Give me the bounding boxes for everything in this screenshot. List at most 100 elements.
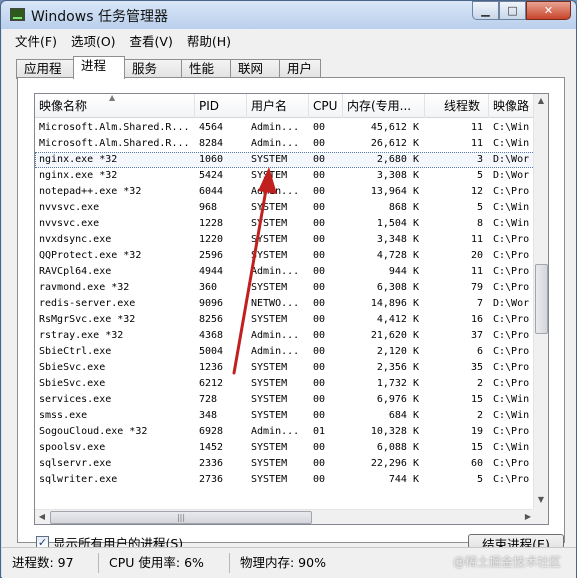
cell-memory: 868 K bbox=[388, 202, 419, 213]
cell-pid: 1236 bbox=[199, 362, 224, 373]
window-controls: ▁ □ ✕ bbox=[472, 1, 571, 20]
cell-pid: 5004 bbox=[199, 346, 224, 357]
cell-memory: 3,348 K bbox=[376, 234, 419, 245]
table-row[interactable]: RsMgrSvc.exe *32 8256 SYSTEM 00 4,412 K 16 C:\… bbox=[35, 312, 535, 328]
tab-performance[interactable]: 性能 bbox=[181, 59, 231, 79]
cell-pid: 8284 bbox=[199, 138, 224, 149]
horizontal-scrollbar[interactable]: ◀ ||| ▶ bbox=[35, 509, 535, 524]
table-row[interactable]: ravmond.exe *32 360 SYSTEM 00 6,308 K 79 C:\Pr… bbox=[35, 280, 535, 296]
table-row[interactable]: spoolsv.exe 1452 SYSTEM 00 6,088 K 15 C:\Win bbox=[35, 440, 535, 456]
cell-memory: 6,308 K bbox=[376, 282, 419, 293]
table-row[interactable]: SbieCtrl.exe 5004 Admin... 00 2,120 K 6 C:\Pro bbox=[35, 344, 535, 360]
vertical-scroll-thumb[interactable] bbox=[535, 264, 548, 334]
table-row[interactable]: rstray.exe *32 4368 Admin... 00 21,620 K 37 C:… bbox=[35, 328, 535, 344]
minimize-button[interactable]: ▁ bbox=[472, 1, 499, 20]
column-pid[interactable]: PID bbox=[195, 94, 247, 118]
table-row[interactable]: smss.exe 348 SYSTEM 00 684 K 2 C:\Win bbox=[35, 408, 535, 424]
cell-image-name: services.exe bbox=[39, 394, 112, 405]
cell-cpu: 00 bbox=[313, 234, 326, 245]
table-row[interactable]: nvvsvc.exe 968 SYSTEM 00 868 K 5 C:\Win bbox=[35, 200, 535, 216]
scroll-up-icon[interactable]: ▲ bbox=[534, 94, 548, 108]
table-row[interactable]: QQProtect.exe *32 2596 SYSTEM 00 4,728 K 20 C:… bbox=[35, 248, 535, 264]
maximize-button[interactable]: □ bbox=[499, 1, 526, 20]
processes-panel: ▲ 映像名称 PID 用户名 CPU 内存(专用... 线程数 映像路 Micro… bbox=[17, 77, 565, 556]
table-row[interactable]: SogouCloud.exe *32 6928 Admin... 01 10,328 K… bbox=[35, 424, 535, 440]
menu-options[interactable]: 选项(O) bbox=[64, 31, 123, 50]
table-row[interactable]: nvxdsync.exe 1220 SYSTEM 00 3,348 K 11 C:\Pro bbox=[35, 232, 535, 248]
cell-threads: 6 bbox=[476, 346, 483, 357]
column-threads[interactable]: 线程数 bbox=[425, 94, 489, 118]
cell-threads: 12 bbox=[470, 186, 483, 197]
scroll-corner bbox=[533, 509, 548, 524]
cell-image-name: sqlservr.exe bbox=[39, 458, 112, 469]
table-row[interactable]: Microsoft.Alm.Shared.R... 8284 Admin... 00 2… bbox=[35, 136, 535, 152]
cell-image-path: C:\Win bbox=[493, 442, 530, 453]
tab-services[interactable]: 服务 bbox=[124, 59, 182, 79]
cell-cpu: 00 bbox=[313, 170, 326, 181]
cell-cpu: 00 bbox=[313, 298, 326, 309]
cell-image-name: nvvsvc.exe bbox=[39, 202, 100, 213]
cell-threads: 5 bbox=[476, 170, 483, 181]
column-cpu[interactable]: CPU bbox=[309, 94, 343, 118]
cell-memory: 944 K bbox=[388, 266, 419, 277]
cell-pid: 4944 bbox=[199, 266, 224, 277]
cell-memory: 4,412 K bbox=[376, 314, 419, 325]
table-row[interactable]: nginx.exe *32 5424 SYSTEM 00 3,308 K 5 D:\Wor bbox=[35, 168, 535, 184]
table-row[interactable]: redis-server.exe 9096 NETWO... 00 14,896 K 7D… bbox=[35, 296, 535, 312]
cell-image-path: C:\Pro bbox=[493, 250, 530, 261]
table-row[interactable]: nvvsvc.exe 1228 SYSTEM 00 1,504 K 8 C:\Win bbox=[35, 216, 535, 232]
cell-memory: 684 K bbox=[388, 410, 419, 421]
column-image-path[interactable]: 映像路 bbox=[489, 94, 535, 118]
tab-processes[interactable]: 进程 bbox=[73, 56, 125, 79]
cell-threads: 16 bbox=[470, 314, 483, 325]
cell-pid: 9096 bbox=[199, 298, 224, 309]
cell-username: Admin... bbox=[251, 138, 300, 149]
cell-image-name: SbieCtrl.exe bbox=[39, 346, 112, 357]
column-image-name[interactable]: ▲ 映像名称 bbox=[35, 94, 195, 118]
table-row[interactable]: SbieSvc.exe 6212 SYSTEM 00 1,732 K 2 C:\Pro bbox=[35, 376, 535, 392]
cell-username: Admin... bbox=[251, 266, 300, 277]
cell-pid: 4368 bbox=[199, 330, 224, 341]
process-list[interactable]: ▲ 映像名称 PID 用户名 CPU 内存(专用... 线程数 映像路 Micro… bbox=[34, 93, 549, 525]
cell-pid: 4564 bbox=[199, 122, 224, 133]
table-row[interactable]: sqlservr.exe 2336 SYSTEM 00 22,296 K 60 C:\Pro bbox=[35, 456, 535, 472]
tab-applications[interactable]: 应用程序 bbox=[16, 59, 74, 94]
tab-networking[interactable]: 联网 bbox=[230, 59, 280, 79]
cell-cpu: 00 bbox=[313, 474, 326, 485]
column-username[interactable]: 用户名 bbox=[247, 94, 309, 118]
menu-help[interactable]: 帮助(H) bbox=[180, 31, 238, 50]
cell-memory: 13,964 K bbox=[370, 186, 419, 197]
menu-view[interactable]: 查看(V) bbox=[123, 31, 180, 50]
cell-pid: 1060 bbox=[199, 154, 224, 165]
table-row[interactable]: nginx.exe *32 1060 SYSTEM 00 2,680 K 3 D:\Wor bbox=[35, 152, 535, 168]
process-rows: Microsoft.Alm.Shared.R... 4564 Admin... 00 4… bbox=[35, 120, 535, 488]
close-button[interactable]: ✕ bbox=[526, 1, 571, 20]
scroll-left-icon[interactable]: ◀ bbox=[35, 510, 49, 524]
table-row[interactable]: Microsoft.Alm.Shared.R... 4564 Admin... 00 4… bbox=[35, 120, 535, 136]
column-memory[interactable]: 内存(专用... bbox=[343, 94, 425, 118]
cell-image-path: C:\Win bbox=[493, 138, 530, 149]
cell-image-path: C:\Pro bbox=[493, 378, 530, 389]
cell-threads: 11 bbox=[470, 122, 483, 133]
cell-cpu: 00 bbox=[313, 330, 326, 341]
tab-users[interactable]: 用户 bbox=[279, 59, 321, 79]
menu-file[interactable]: 文件(F) bbox=[8, 31, 64, 50]
cell-image-path: C:\Pro bbox=[493, 426, 530, 437]
cell-memory: 1,732 K bbox=[376, 378, 419, 389]
cell-cpu: 00 bbox=[313, 458, 326, 469]
table-row[interactable]: SbieSvc.exe 1236 SYSTEM 00 2,356 K 35 C:\Pro bbox=[35, 360, 535, 376]
horizontal-scroll-thumb[interactable]: ||| bbox=[50, 511, 312, 524]
table-row[interactable]: notepad++.exe *32 6044 Admin... 00 13,964 K 1… bbox=[35, 184, 535, 200]
table-row[interactable]: sqlwriter.exe 2736 SYSTEM 00 744 K 5 C:\Pro bbox=[35, 472, 535, 488]
cell-image-path: C:\Win bbox=[493, 410, 530, 421]
title-bar[interactable]: Windows 任务管理器 ▁ □ ✕ bbox=[1, 1, 576, 29]
cell-cpu: 00 bbox=[313, 442, 326, 453]
cell-image-path: C:\Pro bbox=[493, 234, 530, 245]
menu-bar: 文件(F) 选项(O) 查看(V) 帮助(H) bbox=[2, 29, 576, 51]
table-row[interactable]: RAVCpl64.exe 4944 Admin... 00 944 K 11 C:\Pro bbox=[35, 264, 535, 280]
cell-image-path: C:\Pro bbox=[493, 474, 530, 485]
vertical-scrollbar[interactable]: ▲ ▼ bbox=[533, 94, 548, 509]
cell-cpu: 00 bbox=[313, 250, 326, 261]
table-row[interactable]: services.exe 728 SYSTEM 00 6,976 K 15 C:\Win bbox=[35, 392, 535, 408]
scroll-down-icon[interactable]: ▼ bbox=[534, 493, 548, 507]
